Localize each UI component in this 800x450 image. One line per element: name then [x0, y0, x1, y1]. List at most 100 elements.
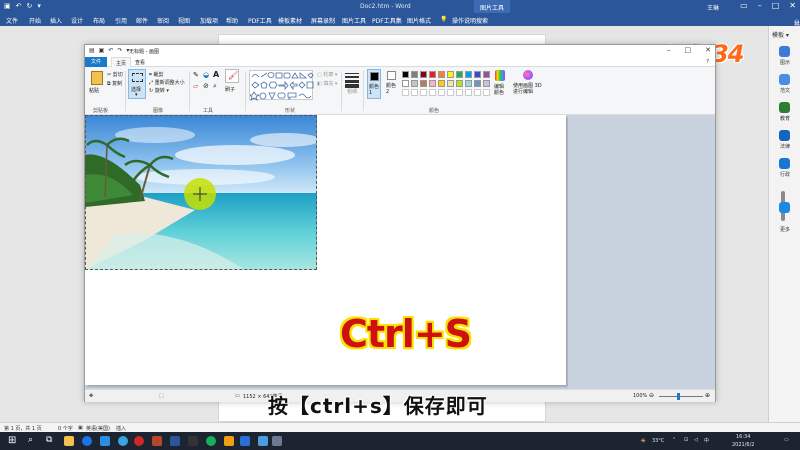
- paint-taskbar-icon[interactable]: [272, 436, 282, 446]
- app-icon-orange[interactable]: [224, 436, 234, 446]
- selection-box[interactable]: [85, 115, 317, 270]
- color-swatch[interactable]: [429, 71, 436, 78]
- copy-button[interactable]: ⧉ 复制: [107, 80, 122, 87]
- ime-icon[interactable]: 中: [704, 437, 709, 444]
- color-swatch[interactable]: [483, 80, 490, 87]
- color1-button[interactable]: 颜色 1: [367, 69, 381, 99]
- zoom-slider-thumb[interactable]: [677, 393, 680, 400]
- paint-close-icon[interactable]: ✕: [705, 46, 711, 54]
- language[interactable]: 英语(美国): [86, 425, 110, 432]
- resize-button[interactable]: ⤢ 重新调整大小: [149, 79, 185, 86]
- search-icon[interactable]: ⌕: [28, 435, 33, 445]
- task-view-icon[interactable]: ⧉: [46, 435, 52, 445]
- crop-button[interactable]: ⌗ 裁剪: [149, 71, 163, 78]
- cut-button[interactable]: ✂ 剪切: [107, 71, 123, 78]
- magnifier-icon[interactable]: ⌕: [213, 82, 217, 91]
- color-swatch[interactable]: [456, 80, 463, 87]
- tab-pdf-toolset[interactable]: PDF工具集: [372, 16, 402, 25]
- tab-home[interactable]: 开始: [29, 16, 41, 25]
- fill-button[interactable]: ◧ 填充 ▾: [317, 80, 337, 87]
- wechat-icon[interactable]: [206, 436, 216, 446]
- education-icon[interactable]: [779, 102, 790, 113]
- color-swatch-empty[interactable]: [447, 89, 454, 96]
- size-lines-icon[interactable]: [345, 71, 359, 88]
- paint-tab-file[interactable]: 文件: [85, 57, 107, 67]
- customize-icon[interactable]: ▾: [37, 2, 41, 10]
- rotate-button[interactable]: ↻ 旋转 ▾: [149, 87, 169, 94]
- ribbon-options-icon[interactable]: ▭: [740, 1, 748, 10]
- windows-start-icon[interactable]: ⊞: [8, 435, 16, 446]
- color-swatch-empty[interactable]: [483, 89, 490, 96]
- color-swatch[interactable]: [420, 80, 427, 87]
- brush-button[interactable]: 刷子: [225, 86, 235, 93]
- color-swatch[interactable]: [411, 80, 418, 87]
- tab-help[interactable]: 帮助: [226, 16, 238, 25]
- clock-time[interactable]: 16:34: [736, 434, 750, 440]
- color-swatch[interactable]: [474, 80, 481, 87]
- color-swatch-empty[interactable]: [402, 89, 409, 96]
- edit-colors-icon[interactable]: [495, 70, 505, 81]
- tab-picture-tools[interactable]: 图片工具: [342, 16, 366, 25]
- color-swatch-empty[interactable]: [465, 89, 472, 96]
- paint3d-button[interactable]: 使用画图 3D 进行编辑: [513, 83, 545, 95]
- tab-view[interactable]: 视图: [178, 16, 190, 25]
- temperature[interactable]: 33°C: [652, 438, 664, 444]
- save-icon[interactable]: ▣: [4, 2, 11, 10]
- panel-item-essay[interactable]: 范文: [771, 87, 799, 94]
- color-swatch[interactable]: [465, 71, 472, 78]
- color-swatch-empty[interactable]: [456, 89, 463, 96]
- color-swatch[interactable]: [483, 71, 490, 78]
- app-icon-light[interactable]: [258, 436, 268, 446]
- paint-minimize-icon[interactable]: –: [667, 46, 671, 54]
- essay-icon[interactable]: [779, 74, 790, 85]
- color-swatch[interactable]: [438, 71, 445, 78]
- redo-icon[interactable]: ↻: [27, 2, 33, 10]
- input-mode[interactable]: 插入: [116, 425, 126, 432]
- search-tell-me[interactable]: 操作说明搜索: [452, 16, 488, 25]
- zoom-in-icon[interactable]: ⊕: [705, 392, 710, 399]
- color-swatch[interactable]: [456, 71, 463, 78]
- edit-colors-button[interactable]: 编辑颜色: [494, 84, 508, 96]
- paint-maximize-icon[interactable]: □: [685, 46, 692, 54]
- paint3d-icon[interactable]: [523, 70, 533, 80]
- maximize-icon[interactable]: □: [772, 1, 780, 10]
- color-swatch-empty[interactable]: [411, 89, 418, 96]
- panel-item-more[interactable]: 更多: [771, 226, 799, 233]
- pencil-icon[interactable]: ✎: [193, 71, 199, 79]
- color-swatch[interactable]: [438, 80, 445, 87]
- notifications-icon[interactable]: ▭: [784, 437, 789, 443]
- more-icon[interactable]: [779, 202, 790, 213]
- clock-date[interactable]: 2021/6/2: [732, 442, 754, 448]
- tab-insert[interactable]: 插入: [50, 16, 62, 25]
- close-icon[interactable]: ✕: [789, 1, 796, 10]
- panel-item-law[interactable]: 法律: [771, 143, 799, 150]
- volume-icon[interactable]: ◁: [694, 437, 698, 443]
- fill-icon[interactable]: ◒: [203, 71, 209, 79]
- page-count[interactable]: 第 1 页，共 1 页: [4, 425, 42, 432]
- app-icon-blue[interactable]: [118, 436, 128, 446]
- proofing-icon[interactable]: ▣: [78, 425, 83, 431]
- color-swatch[interactable]: [474, 71, 481, 78]
- color-swatch-empty[interactable]: [438, 89, 445, 96]
- undo-icon[interactable]: ↶: [16, 2, 22, 10]
- color-swatch[interactable]: [402, 71, 409, 78]
- store-icon[interactable]: [100, 436, 110, 446]
- panel-item-diagram[interactable]: 图示: [771, 59, 799, 66]
- tab-references[interactable]: 引用: [115, 16, 127, 25]
- zoom-out-icon[interactable]: ⊖: [649, 392, 654, 399]
- select-button[interactable]: 选择 ▾: [128, 69, 146, 99]
- color-swatch[interactable]: [420, 71, 427, 78]
- tab-addins[interactable]: 加载项: [200, 16, 218, 25]
- zoom-slider[interactable]: [659, 396, 703, 397]
- word-count[interactable]: 0 个字: [58, 425, 73, 432]
- paste-icon[interactable]: [91, 71, 103, 85]
- paint-canvas[interactable]: [85, 115, 566, 385]
- panel-mode[interactable]: 模板 ▾: [772, 30, 789, 39]
- user-name[interactable]: 王琳: [707, 3, 719, 12]
- tab-review[interactable]: 审阅: [157, 16, 169, 25]
- minimize-icon[interactable]: –: [758, 1, 762, 10]
- file-explorer-icon[interactable]: [64, 436, 74, 446]
- tab-design[interactable]: 设计: [71, 16, 83, 25]
- tab-mailings[interactable]: 邮件: [136, 16, 148, 25]
- tray-arrow-icon[interactable]: ⌃: [672, 437, 676, 443]
